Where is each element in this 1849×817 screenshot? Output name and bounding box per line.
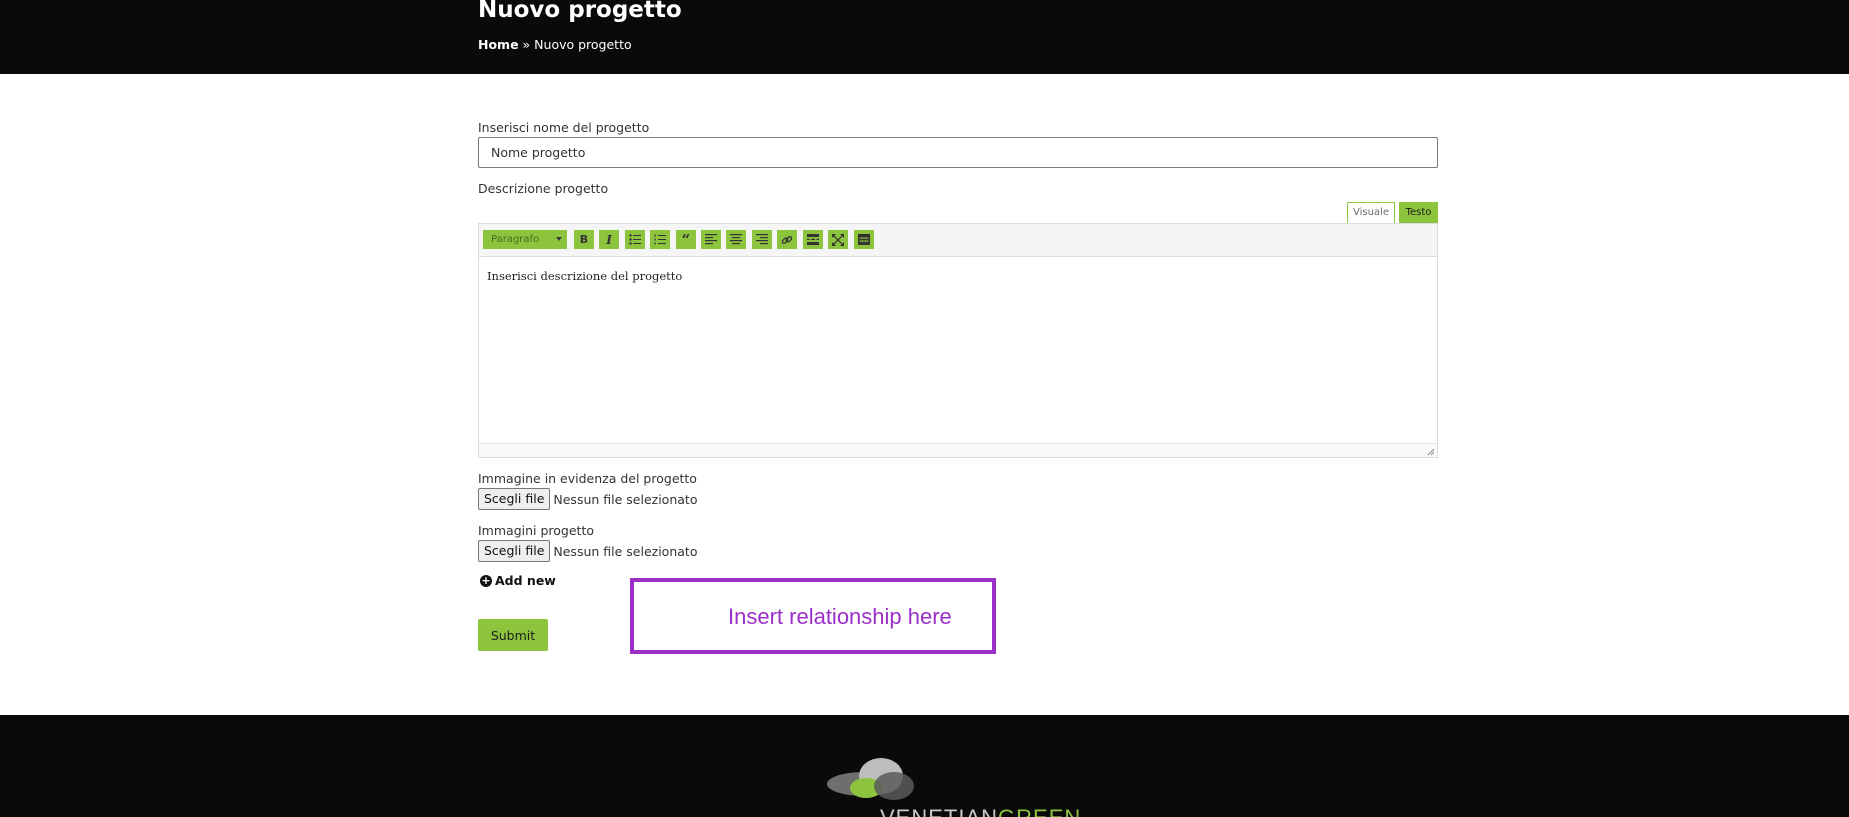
add-new-label: Add new xyxy=(495,573,556,588)
align-center-button[interactable] xyxy=(726,230,746,249)
fullscreen-button[interactable] xyxy=(828,230,848,249)
breadcrumb-separator: » xyxy=(518,37,535,52)
project-description-label: Descrizione progetto xyxy=(478,181,609,196)
italic-button[interactable]: I xyxy=(599,230,619,249)
numbered-list-button[interactable] xyxy=(650,230,670,249)
align-right-button[interactable] xyxy=(752,230,772,249)
annotation-box: Insert relationship here xyxy=(630,578,996,654)
toolbar-toggle-icon xyxy=(858,234,870,245)
format-select-label: Paragrafo xyxy=(491,234,540,245)
annotation-text: Insert relationship here xyxy=(728,604,952,629)
breadcrumb-home-link[interactable]: Home xyxy=(478,37,519,52)
footer-logo-text: VENETIANGREEN xyxy=(880,805,1081,817)
blockquote-icon: “ xyxy=(681,230,691,249)
breadcrumb-current: Nuovo progetto xyxy=(534,37,632,52)
bold-icon: B xyxy=(579,233,589,246)
plus-circle-icon: + xyxy=(480,573,492,587)
project-images-label: Immagini progetto xyxy=(478,523,594,538)
featured-image-choose-file-button[interactable]: Scegli file xyxy=(478,488,551,510)
page-header: Nuovo progetto Home » Nuovo progetto xyxy=(0,0,1849,74)
venetian-green-logo-icon xyxy=(827,758,914,800)
toolbar-toggle-button[interactable] xyxy=(854,230,874,249)
page-title: Nuovo progetto xyxy=(478,0,682,23)
tab-visual[interactable]: Visuale xyxy=(1347,202,1395,223)
align-right-icon xyxy=(756,234,768,245)
featured-image-file-input: Scegli file Nessun file selezionato xyxy=(478,488,697,510)
fullscreen-icon xyxy=(832,233,844,246)
project-name-label: Inserisci nome del progetto xyxy=(478,120,650,135)
bullet-list-icon xyxy=(629,234,641,245)
bullet-list-button[interactable] xyxy=(625,230,645,249)
bold-button[interactable]: B xyxy=(574,230,594,249)
submit-button[interactable]: Submit xyxy=(478,619,548,651)
project-images-file-input: Scegli file Nessun file selezionato xyxy=(478,540,697,562)
align-center-icon xyxy=(730,234,742,245)
read-more-button[interactable] xyxy=(803,230,823,249)
paragraph-format-select[interactable]: Paragrafo xyxy=(483,230,567,249)
page-footer: VENETIANGREEN xyxy=(0,715,1849,817)
project-name-input[interactable] xyxy=(478,137,1438,168)
tab-text[interactable]: Testo xyxy=(1399,202,1438,223)
project-images-choose-file-button[interactable]: Scegli file xyxy=(478,540,551,562)
align-left-icon xyxy=(705,234,717,245)
featured-image-file-status: Nessun file selezionato xyxy=(553,491,698,507)
align-left-button[interactable] xyxy=(701,230,721,249)
numbered-list-icon xyxy=(654,234,666,245)
link-icon xyxy=(781,235,793,244)
editor-toolbar: Paragrafo B I “ xyxy=(479,224,1437,257)
blockquote-button[interactable]: “ xyxy=(676,230,696,249)
breadcrumb: Home » Nuovo progetto xyxy=(478,36,632,54)
description-editor: Paragrafo B I “ Inserisci descrizione de… xyxy=(478,223,1438,458)
editor-status-bar xyxy=(479,443,1437,457)
link-button[interactable] xyxy=(777,230,797,249)
featured-image-label: Immagine in evidenza del progetto xyxy=(478,471,697,486)
add-new-button[interactable]: + Add new xyxy=(480,573,556,588)
resize-handle-icon[interactable] xyxy=(1427,448,1435,456)
editor-content[interactable]: Inserisci descrizione del progetto xyxy=(487,269,682,283)
italic-icon: I xyxy=(606,232,612,247)
chevron-down-icon xyxy=(556,237,562,241)
project-images-file-status: Nessun file selezionato xyxy=(553,543,698,559)
read-more-icon xyxy=(807,234,819,245)
